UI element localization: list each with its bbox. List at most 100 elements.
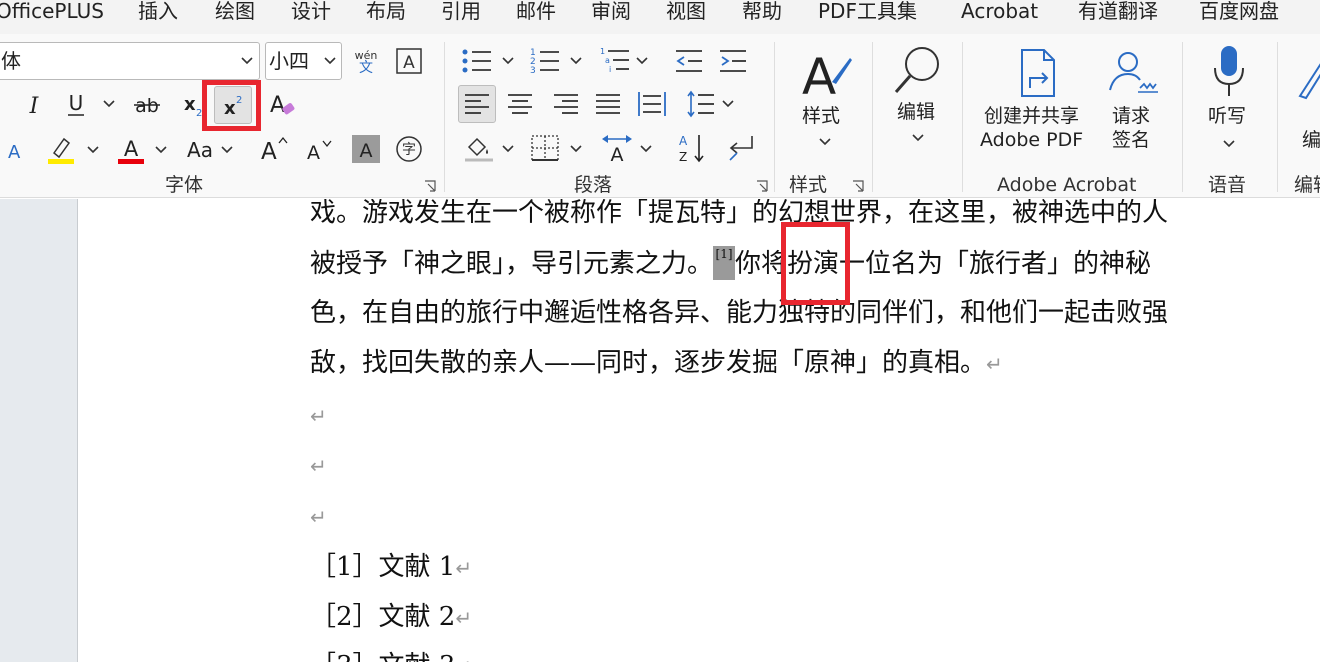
numbering-button[interactable]: 123	[528, 45, 562, 77]
align-center-icon	[508, 94, 532, 114]
chinese-layout-icon: A	[602, 135, 632, 163]
shrink-font-button[interactable]: A	[305, 136, 335, 164]
change-case-button[interactable]: Aa	[182, 136, 218, 164]
justify-button[interactable]	[592, 88, 624, 120]
font-name-value: 体	[1, 49, 21, 73]
paragraph-group-label: 段落	[574, 174, 613, 196]
menu-design[interactable]: 设计	[291, 0, 331, 22]
menu-view[interactable]: 视图	[666, 0, 706, 22]
svg-text:A: A	[360, 140, 373, 160]
text-effects-icon[interactable]: A	[6, 140, 28, 160]
phonetic-guide-button[interactable]: wén 文	[350, 44, 382, 80]
menu-acrobat[interactable]: Acrobat	[961, 0, 1038, 22]
menu-mailings[interactable]: 邮件	[516, 0, 556, 22]
line-spacing-button[interactable]	[684, 88, 718, 120]
shading-button[interactable]	[462, 132, 496, 164]
distributed-button[interactable]	[634, 86, 670, 122]
chevron-down-icon[interactable]	[570, 145, 582, 153]
chevron-down-icon[interactable]	[570, 57, 582, 65]
menu-youdao[interactable]: 有道翻译	[1078, 0, 1158, 22]
menu-officeplus[interactable]: OfficePLUS	[0, 0, 104, 22]
chinese-layout-button[interactable]: A	[598, 131, 636, 165]
voice-group-label: 语音	[1208, 174, 1247, 196]
menu-help[interactable]: 帮助	[742, 0, 782, 22]
svg-text:I: I	[29, 94, 40, 117]
chevron-down-icon	[324, 57, 336, 65]
group-separator	[872, 42, 873, 192]
empty-paragraph: ↵	[310, 398, 327, 433]
enclose-characters-button[interactable]: 字	[394, 134, 424, 164]
editing-button[interactable]: 编辑	[884, 42, 952, 152]
multilevel-list-icon: 1ai	[600, 47, 629, 74]
editor-button-label: 编	[1302, 129, 1320, 151]
underline-button[interactable]: U	[62, 88, 90, 120]
editor-button[interactable]: 编	[1290, 42, 1320, 154]
document-line-2-start: 被授予「神之眼」，导引元素之力。	[310, 249, 714, 279]
highlight-color-button[interactable]	[46, 135, 76, 165]
bullets-button[interactable]	[460, 45, 494, 77]
grow-font-button[interactable]: A	[258, 134, 290, 164]
paragraph-mark-icon	[729, 136, 753, 161]
styles-button[interactable]: A 样式	[790, 42, 860, 152]
menu-pdf-tools[interactable]: PDF工具集	[818, 0, 917, 22]
superscript-highlight-callout	[202, 80, 261, 131]
styles-icon: A	[802, 48, 852, 100]
group-separator	[444, 42, 445, 192]
chevron-down-icon[interactable]	[87, 146, 99, 154]
align-left-button[interactable]	[458, 85, 496, 123]
multilevel-list-button[interactable]: 1ai	[598, 45, 632, 77]
menu-insert[interactable]: 插入	[138, 0, 178, 22]
create-share-adobe-pdf-button[interactable]: 创建并共享 Adobe PDF	[978, 42, 1092, 154]
document-canvas[interactable]: 戏。游戏发生在一个被称作「提瓦特」的幻想世界，在这里，被神选中的人 被授予「神之…	[79, 199, 1320, 662]
menu-baidu-netdisk[interactable]: 百度网盘	[1199, 0, 1279, 22]
align-right-button[interactable]	[550, 88, 582, 120]
chevron-down-icon[interactable]	[155, 146, 167, 154]
menu-layout[interactable]: 布局	[366, 0, 406, 22]
svg-text:i: i	[609, 65, 611, 74]
styles-dialog-launcher-icon[interactable]	[852, 180, 864, 192]
font-size-combobox[interactable]: 小四	[265, 42, 342, 80]
menu-references[interactable]: 引用	[441, 0, 481, 22]
chevron-down-icon	[241, 57, 253, 65]
request-signature-button[interactable]: 请求 签名	[1100, 42, 1166, 154]
menu-draw[interactable]: 绘图	[215, 0, 255, 22]
chevron-down-icon[interactable]	[722, 100, 734, 108]
chevron-down-icon[interactable]	[502, 57, 514, 65]
borders-button[interactable]	[528, 132, 562, 164]
show-hide-marks-button[interactable]	[724, 131, 758, 165]
align-center-button[interactable]	[504, 88, 536, 120]
editing-button-label: 编辑	[897, 101, 936, 123]
font-name-combobox[interactable]: 体	[0, 42, 260, 80]
character-shading-button[interactable]: A	[352, 135, 380, 163]
font-dialog-launcher-icon[interactable]	[424, 180, 436, 192]
reference-text: ［1］文献 1	[310, 552, 456, 582]
sort-button[interactable]: AZ	[676, 131, 710, 165]
menu-review[interactable]: 审阅	[591, 0, 631, 22]
svg-text:A: A	[261, 139, 277, 163]
align-right-icon	[554, 94, 578, 114]
clear-formatting-button[interactable]: A	[265, 87, 297, 121]
footnote-reference-selected[interactable]: [1]	[713, 246, 736, 280]
paragraph-dialog-launcher-icon[interactable]	[756, 180, 768, 192]
distributed-icon	[638, 92, 666, 116]
italic-button[interactable]: I	[20, 88, 48, 120]
dictate-button[interactable]: 听写	[1196, 42, 1262, 154]
reference-item-1: ［1］文献 1↵	[310, 550, 472, 585]
chevron-down-icon[interactable]	[103, 100, 115, 108]
strikethrough-button[interactable]: ab	[130, 88, 164, 120]
increase-indent-button[interactable]	[716, 45, 750, 77]
chevron-down-icon[interactable]	[502, 145, 514, 153]
grow-font-icon: A	[261, 136, 288, 163]
paragraph-mark: ↵	[310, 505, 327, 529]
font-size-value: 小四	[269, 49, 309, 73]
menu-bar: OfficePLUS 插入 绘图 设计 布局 引用 邮件 审阅 视图 帮助 PD…	[0, 0, 1320, 34]
font-color-icon: A	[118, 137, 144, 164]
character-border-button[interactable]: A	[395, 47, 423, 75]
chevron-down-icon[interactable]	[221, 146, 233, 154]
font-color-button[interactable]: A	[116, 135, 146, 165]
chevron-down-icon	[912, 134, 924, 142]
phonetic-bottom: 文	[359, 60, 373, 76]
decrease-indent-button[interactable]	[672, 45, 706, 77]
chevron-down-icon[interactable]	[636, 57, 648, 65]
chevron-down-icon[interactable]	[640, 145, 652, 153]
